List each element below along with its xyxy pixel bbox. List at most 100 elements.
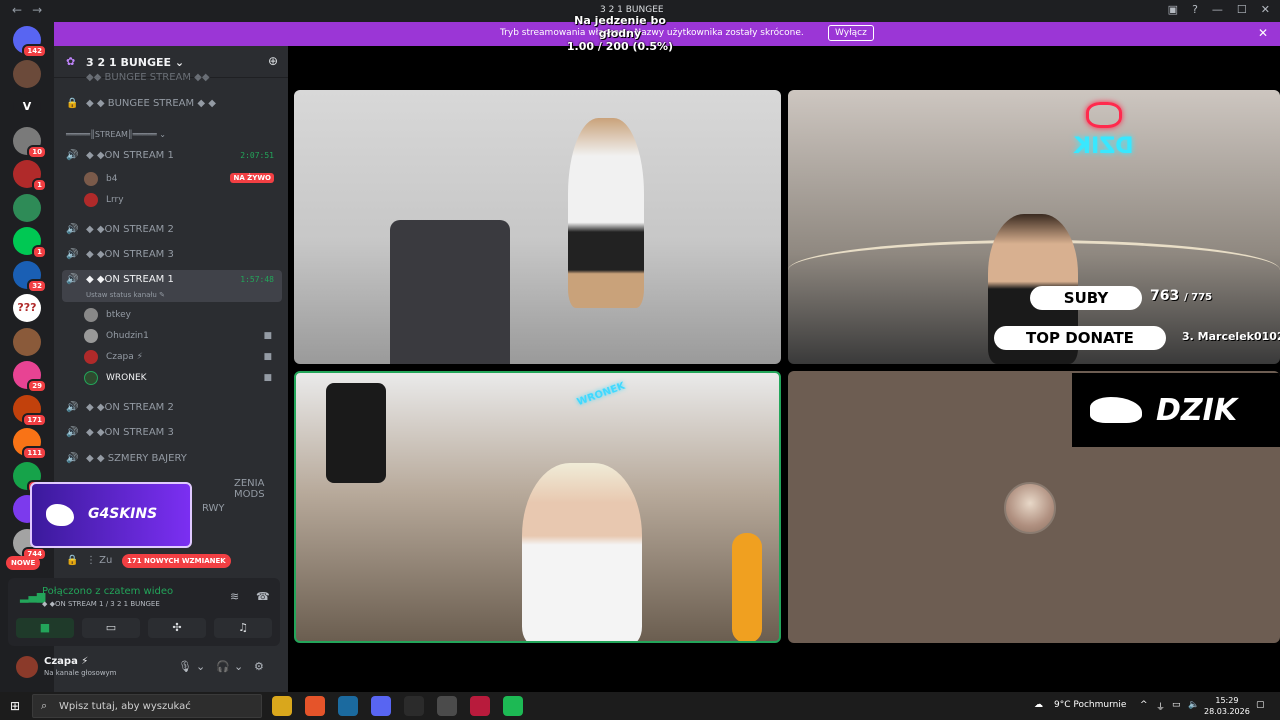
- person-add-icon[interactable]: ⊕: [268, 54, 278, 68]
- microphone-icon[interactable]: 🎙: [178, 660, 192, 673]
- voice-channel-on-stream-1-active[interactable]: 🔊 ◆ ◆ON STREAM 1 1:57:48 Ustaw status ka…: [62, 270, 282, 302]
- voice-user[interactable]: Ohudzin1 ■: [84, 327, 280, 345]
- taskbar-app-icon[interactable]: [371, 696, 391, 716]
- server-icon[interactable]: 32: [13, 260, 47, 293]
- speaker-icon: 🔊: [66, 274, 79, 285]
- maximize-icon[interactable]: ☐: [1237, 3, 1247, 16]
- help-icon[interactable]: ?: [1192, 3, 1198, 16]
- server-icon[interactable]: [13, 193, 41, 222]
- server-icon[interactable]: 111: [13, 428, 47, 460]
- server-icon[interactable]: 1: [13, 160, 47, 192]
- video-stage: DZIK SUBY 763 / 775 TOP DONATE 3. Marcel…: [288, 46, 1280, 692]
- taskbar-app-icon[interactable]: [404, 696, 424, 716]
- new-mentions-badge[interactable]: 171 NOWYCH WZMIANEK: [122, 554, 231, 568]
- set-channel-status[interactable]: Ustaw status kanału ✎: [86, 291, 165, 299]
- speaker-icon: 🔊: [66, 224, 79, 235]
- gear-icon[interactable]: ⚙: [254, 660, 264, 673]
- avatar: [84, 172, 98, 186]
- goal-title: Na jedzenie bo głodny: [574, 14, 666, 40]
- windows-start-icon[interactable]: ⊞: [10, 699, 20, 713]
- voice-user[interactable]: Czapa ⚡ ■: [84, 348, 280, 366]
- screenshare-button[interactable]: ▭: [82, 618, 140, 638]
- voice-channel-szmery-bajery[interactable]: 🔊 ◆ ◆ SZMERY BAJERY: [62, 449, 282, 469]
- noise-suppression-icon[interactable]: ≋: [230, 590, 239, 603]
- subs-count: 763 / 775: [1150, 288, 1213, 304]
- taskbar-app-icon[interactable]: [470, 696, 490, 716]
- voice-channel-on-stream-3[interactable]: 🔊 ◆ ◆ON STREAM 3: [62, 423, 282, 443]
- taskbar: ⊞ ⌕ Wpisz tutaj, aby wyszukać ☁ 9°C Poch…: [0, 692, 1280, 720]
- close-banner-icon[interactable]: ✕: [1258, 26, 1268, 40]
- server-icon: ✿: [66, 55, 76, 68]
- minimize-icon[interactable]: —: [1212, 3, 1223, 16]
- voice-status[interactable]: Połączono z czatem wideo: [42, 586, 173, 597]
- headphones-icon[interactable]: 🎧: [216, 660, 230, 673]
- mention-badge: 111: [22, 446, 47, 460]
- voice-channel-path[interactable]: ◆ ◆ON STREAM 1 / 3 2 1 BUNGEE: [42, 600, 160, 608]
- username[interactable]: Czapa ⚡: [44, 656, 88, 667]
- weather-icon[interactable]: ☁: [1034, 700, 1043, 710]
- activities-button[interactable]: ✣: [148, 618, 206, 638]
- server-icon[interactable]: 171: [13, 394, 47, 427]
- mention-badge: 142: [22, 44, 47, 58]
- voice-channel-on-stream-3[interactable]: 🔊 ◆ ◆ON STREAM 3: [62, 245, 282, 265]
- voice-user[interactable]: Lrry: [84, 191, 280, 209]
- taskbar-app-icon[interactable]: [338, 696, 358, 716]
- voice-channel-on-stream-2[interactable]: 🔊 ◆ ◆ON STREAM 2: [62, 398, 282, 418]
- voice-user[interactable]: b4 NA ŻYWO: [84, 170, 280, 188]
- disconnect-icon[interactable]: ☎: [256, 590, 270, 603]
- voice-tile-audio-only[interactable]: DZIK: [788, 371, 1280, 643]
- g4skins-promo[interactable]: G4SKINS: [30, 482, 192, 548]
- taskbar-clock[interactable]: 15:29 28.03.2026: [1204, 695, 1250, 717]
- network-icon[interactable]: ▭: [1172, 700, 1181, 710]
- category-stream[interactable]: ═════║STREAM║═════ ⌄: [66, 130, 166, 139]
- video-tile-dzik[interactable]: DZIK SUBY 763 / 775 TOP DONATE 3. Marcel…: [788, 90, 1280, 364]
- server-icon[interactable]: 142: [13, 26, 47, 58]
- forward-arrow-icon[interactable]: →: [32, 3, 52, 17]
- video-tile-wronek[interactable]: WRONEK: [294, 371, 781, 643]
- weather-text[interactable]: 9°C Pochmurnie: [1054, 700, 1126, 710]
- server-icon[interactable]: V: [13, 93, 41, 121]
- taskbar-search[interactable]: ⌕ Wpisz tutaj, aby wyszukać: [32, 694, 262, 718]
- taskbar-app-icon[interactable]: [437, 696, 457, 716]
- avatar[interactable]: [16, 656, 38, 678]
- chevron-up-icon[interactable]: ^: [1140, 700, 1148, 710]
- nav-arrows[interactable]: ←→: [12, 3, 52, 17]
- search-icon: ⌕: [41, 699, 48, 712]
- voice-user[interactable]: WRONEK ■: [84, 369, 280, 387]
- taskbar-app-icon[interactable]: [305, 696, 325, 716]
- camera-button[interactable]: ■: [16, 618, 74, 638]
- server-icon[interactable]: 1: [13, 227, 47, 259]
- chevron-down-icon[interactable]: ⌄: [196, 660, 205, 673]
- chevron-down-icon[interactable]: ⌄: [234, 660, 243, 673]
- channel-timer: 1:57:48: [240, 275, 274, 284]
- usb-icon[interactable]: ⏚: [1156, 700, 1165, 713]
- server-initials: V: [22, 100, 32, 113]
- camera-icon: ■: [263, 352, 272, 362]
- voice-channel-on-stream-1[interactable]: 🔊 ◆ ◆ON STREAM 1 2:07:51: [62, 146, 282, 166]
- taskbar-app-icon[interactable]: [503, 696, 523, 716]
- video-tile[interactable]: [294, 90, 781, 364]
- voice-channel-on-stream-2[interactable]: 🔊 ◆ ◆ON STREAM 2: [62, 220, 282, 240]
- channel-bungee-stream-top[interactable]: ◆◆ BUNGEE STREAM ◆◆: [62, 68, 282, 88]
- close-window-icon[interactable]: ✕: [1261, 3, 1270, 16]
- avatar: [84, 329, 98, 343]
- goal-progress: 1.00 / 200 (0.5%): [566, 40, 674, 53]
- server-initials: ???: [17, 301, 37, 314]
- new-badge[interactable]: NOWE: [6, 556, 41, 570]
- server-icon[interactable]: 29: [13, 361, 47, 393]
- server-icon[interactable]: [13, 327, 41, 356]
- back-arrow-icon[interactable]: ←: [12, 3, 32, 17]
- disable-streamer-mode-button[interactable]: Wyłącz: [828, 25, 874, 41]
- camera-icon: ■: [263, 331, 272, 341]
- volume-icon[interactable]: 🔈: [1188, 700, 1199, 710]
- server-icon[interactable]: ???: [13, 294, 41, 322]
- channel-bungee-stream[interactable]: 🔒 ◆ ◆ BUNGEE STREAM ◆ ◆: [62, 94, 282, 114]
- taskbar-app-icon[interactable]: [272, 696, 292, 716]
- clock-time: 15:29: [1215, 696, 1239, 705]
- server-icon[interactable]: 10: [13, 126, 47, 159]
- voice-user[interactable]: btkey: [84, 306, 280, 324]
- inbox-icon[interactable]: ▣: [1168, 3, 1178, 16]
- notifications-icon[interactable]: ▢: [1256, 700, 1265, 710]
- soundboard-button[interactable]: ♫: [214, 618, 272, 638]
- server-icon[interactable]: [13, 59, 41, 88]
